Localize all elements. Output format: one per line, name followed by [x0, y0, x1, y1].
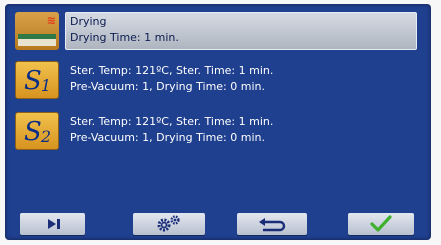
settings-button[interactable]	[133, 213, 205, 235]
program-sterilization-params: Ster. Temp: 121ºC, Ster. Time: 1 min.	[70, 64, 274, 77]
program-sterilization-params: Ster. Temp: 121ºC, Ster. Time: 1 min.	[70, 115, 274, 128]
program-vacuum-drying-params: Pre-Vacuum: 1, Drying Time: 0 min.	[70, 80, 265, 93]
heat-wave-icon: ≋	[46, 14, 56, 27]
program-row-drying[interactable]: ≋ Drying Drying Time: 1 min.	[15, 12, 420, 50]
program-description: Ster. Temp: 121ºC, Ster. Time: 1 min. Pr…	[70, 114, 273, 146]
program-vacuum-drying-params: Pre-Vacuum: 1, Drying Time: 0 min.	[70, 131, 265, 144]
program-s1-number: 1	[40, 76, 51, 95]
device-bezel: ≋ Drying Drying Time: 1 min. S1 Ster. Te…	[0, 0, 441, 245]
next-button[interactable]	[20, 213, 85, 235]
checkmark-icon	[370, 215, 392, 232]
return-arrow-icon	[259, 218, 286, 232]
touch-screen: ≋ Drying Drying Time: 1 min. S1 Ster. Te…	[5, 4, 431, 240]
confirm-button[interactable]	[348, 213, 414, 235]
program-s2-icon: S2	[15, 112, 59, 150]
program-row-s2[interactable]: S2 Ster. Temp: 121ºC, Ster. Time: 1 min.…	[15, 112, 420, 150]
program-s2-number: 2	[40, 127, 51, 146]
program-description: Drying Drying Time: 1 min.	[70, 14, 179, 46]
drying-icon: ≋	[15, 12, 59, 50]
back-button[interactable]	[237, 213, 307, 235]
tray-base	[18, 39, 56, 46]
program-row-s1[interactable]: S1 Ster. Temp: 121ºC, Ster. Time: 1 min.…	[15, 61, 420, 99]
gears-icon	[157, 215, 180, 232]
program-s1-icon: S1	[15, 61, 59, 99]
program-title: Drying	[70, 15, 107, 28]
skip-next-icon	[48, 219, 60, 229]
program-s2-letter: S	[24, 117, 42, 147]
program-description: Ster. Temp: 121ºC, Ster. Time: 1 min. Pr…	[70, 63, 273, 95]
program-s1-letter: S	[24, 66, 42, 96]
program-details: Drying Time: 1 min.	[70, 31, 179, 44]
